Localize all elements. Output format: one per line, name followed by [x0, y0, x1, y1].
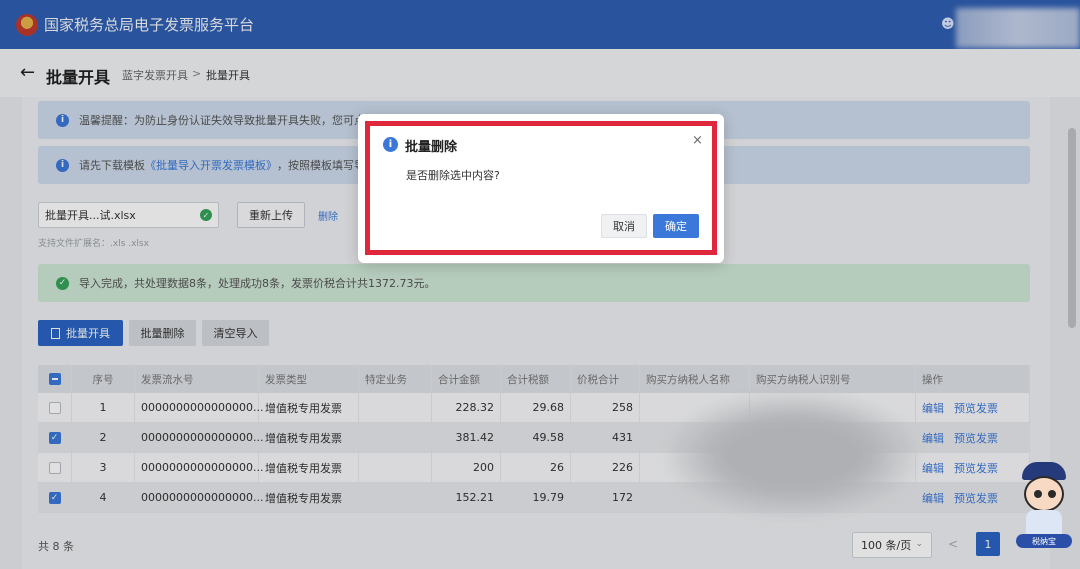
- close-icon[interactable]: ×: [692, 133, 703, 148]
- dialog-message: 是否删除选中内容?: [406, 169, 500, 182]
- confirm-button[interactable]: 确定: [653, 214, 699, 238]
- modal-overlay: [0, 0, 1080, 569]
- assistant-mascot[interactable]: 税纳宝: [1016, 462, 1072, 548]
- dialog-title: 批量删除: [405, 140, 458, 155]
- mascot-body: [1026, 510, 1062, 536]
- mascot-eye: [1048, 490, 1056, 498]
- cancel-button[interactable]: 取消: [601, 214, 647, 238]
- info-icon: i: [383, 137, 398, 152]
- mascot-label: 税纳宝: [1016, 534, 1072, 548]
- mascot-eye: [1034, 490, 1042, 498]
- mascot-face: [1024, 476, 1064, 512]
